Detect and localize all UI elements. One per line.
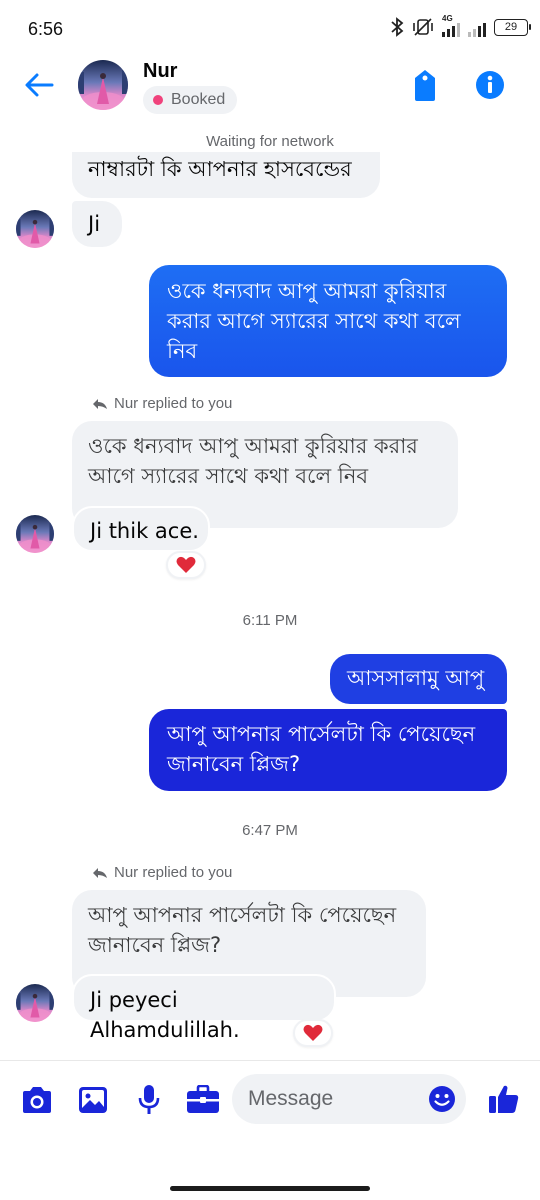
- camera-icon: [23, 1087, 51, 1113]
- heart-reaction[interactable]: [166, 551, 206, 579]
- business-tools-button[interactable]: [186, 1083, 220, 1117]
- camera-button[interactable]: [20, 1083, 54, 1117]
- emoji-icon: [429, 1086, 455, 1112]
- quoted-text: আপু আপনার পার্সেলটা কি পেয়েছেন জানাবেন …: [88, 903, 397, 957]
- pink-dot-icon: [153, 95, 163, 105]
- bluetooth-icon: [391, 17, 404, 37]
- contact-name[interactable]: Nur: [143, 60, 177, 83]
- message-bubble[interactable]: Ji thik ace.: [72, 506, 210, 552]
- message-bubble[interactable]: নাম্বারটা কি আপনার হাসবেন্ডের: [72, 152, 380, 198]
- reply-note: Nur replied to you: [92, 395, 232, 412]
- briefcase-icon: [187, 1085, 219, 1113]
- message-bubble[interactable]: আসসালামু আপু: [330, 654, 507, 704]
- message-bubble[interactable]: আপু আপনার পার্সেলটা কি পেয়েছেন জানাবেন …: [149, 709, 507, 791]
- message-text: ওকে ধন্যবাদ আপু আমরা কুরিয়ার করার আগে স…: [167, 279, 461, 363]
- network-4g-icon: 4G: [442, 14, 460, 37]
- quoted-text: ওকে ধন্যবাদ আপু আমরা কুরিয়ার করার আগে স…: [88, 434, 418, 488]
- info-button[interactable]: [475, 70, 505, 100]
- vibrate-off-icon: [413, 18, 433, 36]
- network-status-note: Waiting for network: [206, 133, 334, 150]
- microphone-icon: [138, 1085, 160, 1114]
- reply-note: Nur replied to you: [92, 864, 232, 881]
- reply-arrow-icon: [93, 867, 107, 878]
- time-separator: 6:11 PM: [242, 612, 298, 629]
- tag-icon: [415, 70, 435, 101]
- status-time: 6:56: [28, 19, 64, 39]
- like-button[interactable]: [488, 1083, 520, 1115]
- message-bubble[interactable]: Ji peyeci Alhamdulillah.: [72, 974, 336, 1042]
- message-bubble[interactable]: ওকে ধন্যবাদ আপু আমরা কুরিয়ার করার আগে স…: [149, 265, 507, 377]
- back-button[interactable]: [22, 70, 56, 100]
- sender-avatar[interactable]: [16, 984, 54, 1022]
- voice-button[interactable]: [132, 1083, 166, 1117]
- message-text: আপু আপনার পার্সেলটা কি পেয়েছেন জানাবেন …: [167, 722, 476, 776]
- contact-label-text: Booked: [171, 91, 226, 108]
- message-input[interactable]: [248, 1074, 418, 1124]
- message-bubble[interactable]: Ji: [72, 201, 122, 247]
- label-tag-button[interactable]: [411, 68, 439, 102]
- message-text: আসসালামু আপু: [347, 666, 485, 690]
- home-indicator[interactable]: [170, 1186, 370, 1191]
- emoji-button[interactable]: [428, 1085, 456, 1113]
- message-text: নাম্বারটা কি আপনার হাসবেন্ডের: [88, 157, 352, 181]
- chat-header: Nur Booked: [0, 58, 540, 118]
- reply-note-text: Nur replied to you: [114, 395, 233, 412]
- contact-avatar[interactable]: [78, 60, 128, 110]
- message-text: Ji: [88, 212, 101, 236]
- message-text: Ji peyeci Alhamdulillah.: [90, 988, 240, 1042]
- contact-label-pill[interactable]: Booked: [143, 86, 238, 114]
- reply-arrow-icon: [93, 398, 107, 409]
- heart-icon: [176, 556, 196, 573]
- heart-icon: [303, 1024, 323, 1041]
- message-composer: [0, 1060, 540, 1140]
- status-icons: 4G 29: [390, 14, 531, 37]
- image-icon: [79, 1087, 107, 1113]
- thumbs-up-icon: [489, 1085, 519, 1113]
- gallery-button[interactable]: [76, 1083, 110, 1117]
- message-text: Ji thik ace.: [90, 519, 199, 543]
- sender-avatar[interactable]: [16, 210, 54, 248]
- info-icon: [476, 71, 504, 99]
- back-arrow-icon: [25, 73, 54, 97]
- signal-icon: [468, 17, 486, 37]
- network-type: 4G: [442, 14, 453, 23]
- status-bar: 6:56 4G 29: [0, 0, 540, 60]
- time-separator: 6:47 PM: [242, 822, 298, 839]
- heart-reaction[interactable]: [293, 1019, 333, 1047]
- reply-note-text: Nur replied to you: [114, 864, 233, 881]
- sender-avatar[interactable]: [16, 515, 54, 553]
- message-input-wrapper: [232, 1074, 466, 1124]
- battery-indicator: 29: [494, 18, 531, 36]
